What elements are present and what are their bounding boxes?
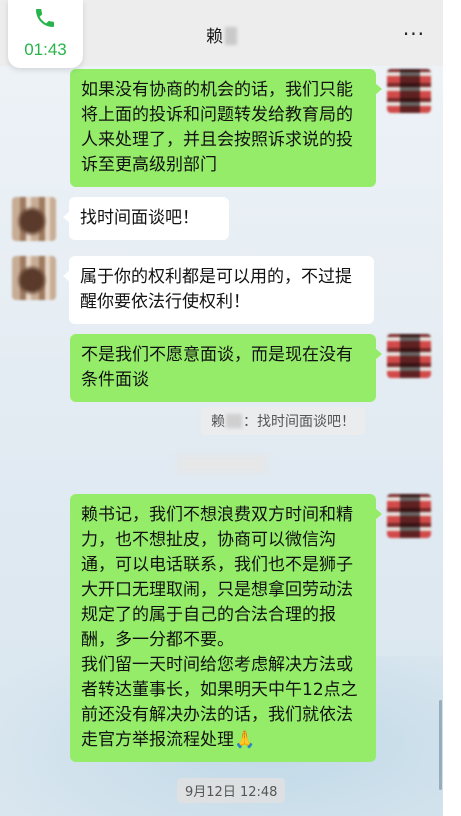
- message-bubble-sent[interactable]: 不是我们不愿意面谈，而是现在没有条件面谈: [70, 334, 382, 402]
- call-duration: 01:43: [24, 40, 67, 59]
- my-avatar[interactable]: [387, 334, 431, 378]
- ongoing-call-chip[interactable]: 01:43: [8, 0, 83, 68]
- screen-edge: [443, 0, 461, 816]
- message-bubble-sent[interactable]: 赖书记，我们不想浪费双方时间和精力，也不想扯皮，协商可以微信沟通，可以电话联系，…: [70, 494, 382, 762]
- my-avatar[interactable]: [387, 494, 431, 538]
- quoted-message[interactable]: 赖：找时间面谈吧！: [201, 407, 365, 435]
- chat-screen: 赖 ··· 01:43 如果没有协商的机会的话，我们只能将上面的投诉和问题转发给…: [0, 0, 443, 816]
- redacted-name: [225, 27, 237, 45]
- message-bubble-received[interactable]: 找时间面谈吧！: [63, 197, 229, 240]
- more-options-button[interactable]: ···: [403, 22, 425, 46]
- phone-icon: [36, 9, 54, 27]
- my-avatar[interactable]: [387, 69, 431, 113]
- redacted-system-notice: [177, 455, 267, 473]
- scrollbar[interactable]: [439, 700, 442, 790]
- message-bubble-received[interactable]: 属于你的权利都是可以用的，不过提醒你要依法行使权利！: [63, 256, 374, 324]
- contact-avatar[interactable]: [12, 256, 56, 300]
- timestamp: 9月12日 12:48: [177, 778, 286, 803]
- redacted-name: [226, 414, 242, 428]
- message-bubble-sent[interactable]: 如果没有协商的机会的话，我们只能将上面的投诉和问题转发给教育局的人来处理了，并且…: [70, 69, 382, 187]
- contact-avatar[interactable]: [12, 197, 56, 241]
